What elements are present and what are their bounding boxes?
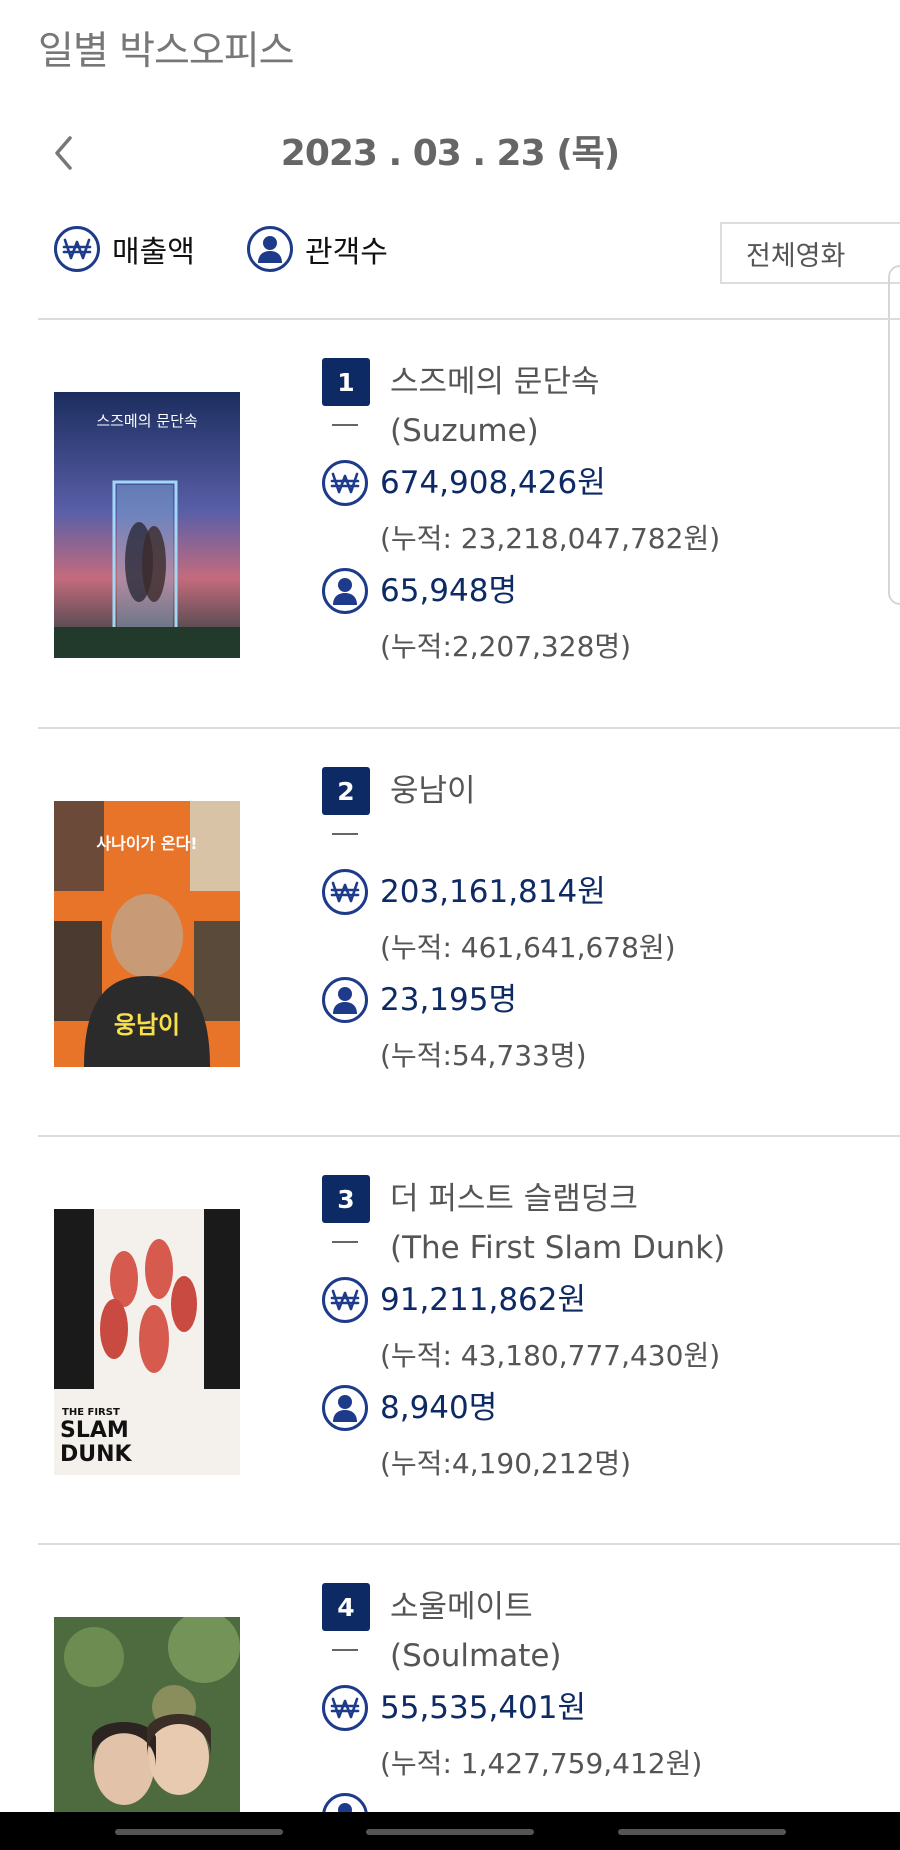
poster-title-text: SLAM <box>60 1418 129 1443</box>
poster-title-text: 스즈메의 문단속 <box>96 412 198 430</box>
poster-suzume[interactable]: 스즈메의 문단속 <box>54 392 240 658</box>
movie-item-1[interactable]: 스즈메의 문단속 1 스즈메의 문단속 (Suzume) 674,908,426… <box>0 320 900 728</box>
person-icon <box>322 977 368 1023</box>
rank-badge: 4 <box>322 1583 370 1631</box>
movie-title-en: (Soulmate) <box>390 1638 562 1674</box>
movie-item-3[interactable]: THE FIRST SLAM DUNK 3 더 퍼스트 슬램덩크 (The Fi… <box>0 1137 900 1545</box>
audience-toggle[interactable]: 관객수 <box>247 226 388 272</box>
cumulative-revenue: (누적: 43,180,777,430원) <box>380 1339 721 1372</box>
cumulative-audience: (누적:2,207,328명) <box>380 630 632 663</box>
daily-revenue: 203,161,814원 <box>380 874 606 910</box>
daily-revenue: 55,535,401원 <box>380 1690 587 1726</box>
daily-audience: 65,948명 <box>380 573 517 609</box>
poster-soulmate[interactable] <box>54 1617 240 1812</box>
date-label: 2023 . 03 . 23 (목) <box>280 133 620 174</box>
person-icon <box>322 1793 368 1812</box>
person-icon <box>247 226 293 272</box>
revenue-label: 매출액 <box>112 235 195 270</box>
poster-title-text: 웅남이 <box>114 1011 180 1039</box>
won-coin-icon <box>54 226 100 272</box>
system-navigation-bar <box>0 1812 900 1850</box>
poster-image <box>54 1617 240 1812</box>
cumulative-revenue: (누적: 461,641,678원) <box>380 931 676 964</box>
person-icon <box>322 568 368 614</box>
won-coin-icon <box>322 869 368 915</box>
date-bar: 2023 . 03 . 23 (목) <box>0 120 900 186</box>
cumulative-revenue: (누적: 1,427,759,412원) <box>380 1747 703 1780</box>
movie-item-2[interactable]: 사나이가 온다! 웅남이 2 웅남이 203,161,814원 (누적: 461… <box>0 729 900 1137</box>
daily-revenue: 674,908,426원 <box>380 465 606 501</box>
person-icon <box>322 1385 368 1431</box>
nav-back-handle[interactable] <box>618 1829 786 1835</box>
rank-change-dash <box>332 1241 358 1243</box>
page-title: 일별 박스오피스 <box>38 29 295 74</box>
poster-image: 사나이가 온다! 웅남이 <box>54 801 240 1067</box>
cumulative-audience: (누적:4,190,212명) <box>380 1447 632 1480</box>
won-coin-icon <box>322 1277 368 1323</box>
rank-badge: 2 <box>322 767 370 815</box>
won-coin-icon <box>322 460 368 506</box>
movie-filter-select[interactable]: 전체영화 <box>720 222 900 284</box>
rank-change-dash <box>332 424 358 426</box>
movie-item-4[interactable]: 4 소울메이트 (Soulmate) 55,535,401원 (누적: 1,42… <box>0 1545 900 1812</box>
poster-image: THE FIRST SLAM DUNK <box>54 1209 240 1475</box>
movie-title[interactable]: 소울메이트 <box>390 1583 533 1631</box>
daily-audience: 23,195명 <box>380 982 517 1018</box>
daily-audience: 8,940명 <box>380 1390 498 1426</box>
rank-badge: 1 <box>322 358 370 406</box>
rank-change-dash <box>332 1649 358 1651</box>
cumulative-audience: (누적:54,733명) <box>380 1039 587 1072</box>
revenue-toggle[interactable]: 매출액 <box>54 226 195 272</box>
cumulative-revenue: (누적: 23,218,047,782원) <box>380 522 721 555</box>
poster-title-text: DUNK <box>60 1442 133 1467</box>
toolbar: 매출액 관객수 전체영화 <box>0 222 900 284</box>
movie-title[interactable]: 웅남이 <box>390 767 476 815</box>
daily-revenue: 91,211,862원 <box>380 1282 587 1318</box>
movie-title[interactable]: 스즈메의 문단속 <box>390 358 600 406</box>
movie-title-en: (Suzume) <box>390 413 539 449</box>
movie-title-en: (The First Slam Dunk) <box>390 1230 726 1266</box>
rank-change-dash <box>332 833 358 835</box>
poster-image: 스즈메의 문단속 <box>54 392 240 658</box>
rank-badge: 3 <box>322 1175 370 1223</box>
movie-title[interactable]: 더 퍼스트 슬램덩크 <box>390 1175 638 1223</box>
poster-slam-dunk[interactable]: THE FIRST SLAM DUNK <box>54 1209 240 1475</box>
nav-recents-handle[interactable] <box>115 1829 283 1835</box>
won-coin-icon <box>322 1685 368 1731</box>
audience-label: 관객수 <box>305 235 388 270</box>
poster-woongnami[interactable]: 사나이가 온다! 웅남이 <box>54 801 240 1067</box>
poster-title-text: THE FIRST <box>62 1407 120 1418</box>
poster-tagline-text: 사나이가 온다! <box>96 834 197 853</box>
nav-home-handle[interactable] <box>366 1829 534 1835</box>
